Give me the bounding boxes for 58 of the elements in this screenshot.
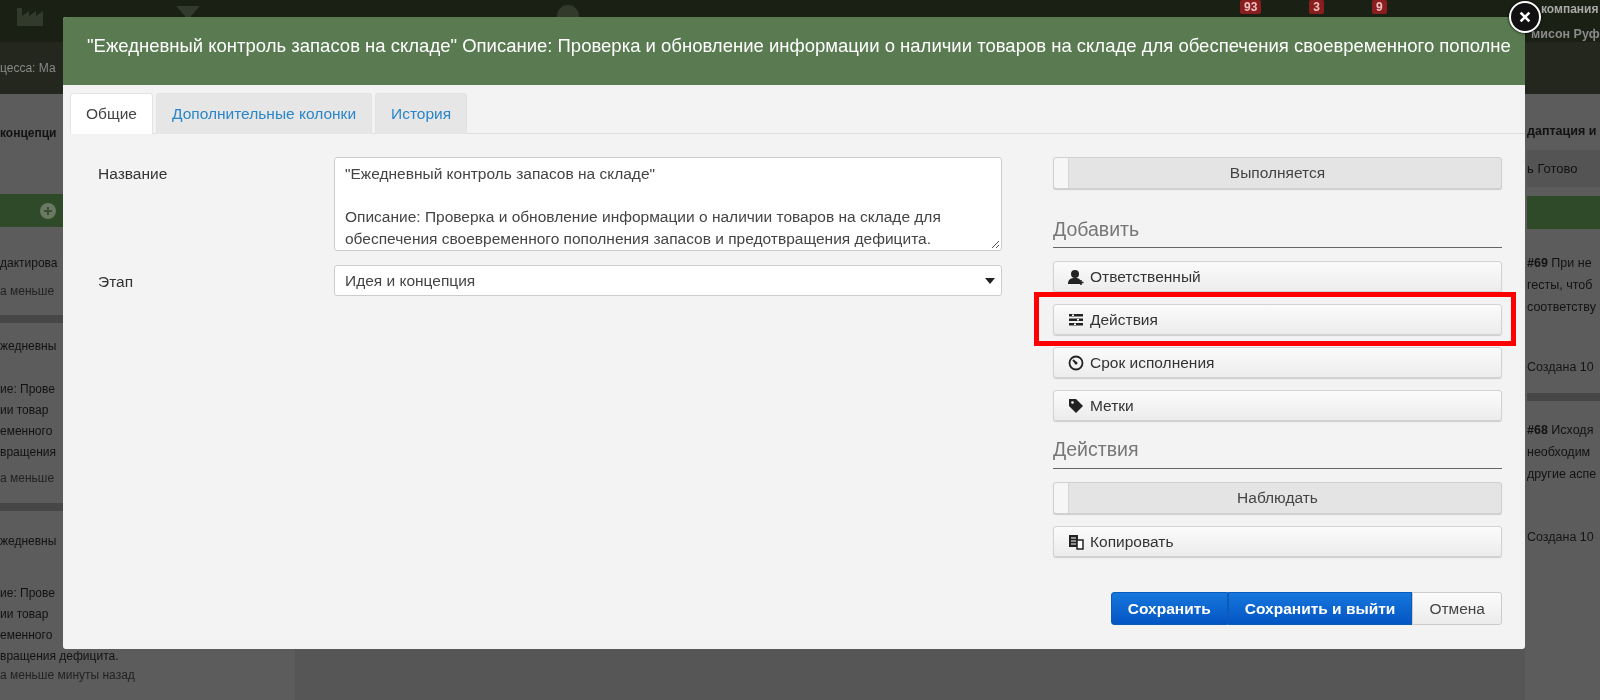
card-text: ие: Прове (0, 381, 55, 398)
field-label: Название (98, 164, 169, 183)
card-text: ии товар (0, 402, 49, 419)
notification-badge: 93 (1240, 0, 1262, 14)
card-title: жедневны (0, 533, 57, 549)
action-button[interactable]: Срок исполнения (1053, 347, 1502, 378)
dialog-title: "Ежедневный контроль запасов на складе" Описание: Проверка и обновление информации о наличии товаров на складе для обеспечения своевременного пополне (87, 35, 1511, 57)
card-text: соответству (1527, 299, 1596, 316)
dialog-button[interactable]: Сохранить (1110, 592, 1228, 625)
column-status: ь Готово (1527, 161, 1578, 176)
tag-icon (1068, 397, 1084, 414)
card-time: а меньше (0, 283, 55, 299)
card-time: а меньше (0, 470, 55, 486)
list-icon (1068, 311, 1084, 328)
card-text: необходим (1527, 444, 1591, 461)
card-text: вращения (0, 444, 56, 461)
company-name: компания (1541, 1, 1599, 16)
plus-circle-icon (40, 202, 56, 219)
action-button[interactable]: Действия (1053, 304, 1502, 335)
card-date: Создана 10 (1527, 529, 1594, 545)
dialog-button[interactable]: Отмена (1412, 592, 1502, 625)
copy-icon (1068, 533, 1084, 550)
stage-dropdown[interactable]: Идея и концепция (334, 265, 1002, 296)
notification-badge: 9 (1372, 0, 1387, 14)
status-toggle[interactable]: Выполняется (1053, 157, 1502, 189)
section-heading: Действия (1053, 438, 1502, 469)
card-text: еменного (0, 627, 53, 644)
card-text: другие аспе (1527, 466, 1597, 483)
resize-grip-icon (992, 241, 999, 248)
card-text: ии товар (0, 606, 49, 623)
card-time: а меньше минуты назад (0, 667, 135, 683)
action-button[interactable]: Ответственный (1053, 261, 1502, 292)
card-title: жедневны (0, 338, 57, 354)
column-title: концепци (0, 125, 57, 141)
breadcrumb-text: цесса: Ма (0, 61, 56, 75)
section-heading: Добавить (1053, 218, 1502, 248)
column-title: даптация и (1527, 123, 1597, 140)
person-plus-icon (1068, 268, 1084, 285)
card-text: ие: Прове (0, 585, 55, 602)
user-name: мисон Руф (1531, 27, 1600, 41)
dialog-button[interactable]: Сохранить и выйти (1227, 592, 1413, 625)
card-title: #69 При не (1527, 255, 1592, 272)
card-title: #68 Исходя (1527, 422, 1594, 439)
notification-badge: 3 (1309, 0, 1325, 14)
field-label: Этап (98, 272, 135, 291)
card-text: вращения дефицита. (0, 648, 119, 665)
card-title: дактирова (0, 255, 58, 271)
clock-icon (1068, 354, 1084, 371)
action-button[interactable]: Копировать (1053, 526, 1502, 557)
title-field[interactable]: "Ежедневный контроль запасов на складе" Описание: Проверка и обновление информации о наличии товаров на складе для обеспечения своевременного пополнения запасов и предотвращения дефицита. (334, 157, 1002, 251)
card-text: гесты, чтоб (1527, 277, 1593, 294)
action-button[interactable]: Метки (1053, 390, 1502, 421)
close-icon (1518, 10, 1532, 24)
card-text: еменного (0, 423, 53, 440)
caret-icon (985, 277, 995, 284)
tab[interactable]: Общие (70, 93, 153, 134)
watch-toggle[interactable]: Наблюдать (1053, 482, 1502, 514)
card-date: Создана 10 (1527, 359, 1594, 375)
